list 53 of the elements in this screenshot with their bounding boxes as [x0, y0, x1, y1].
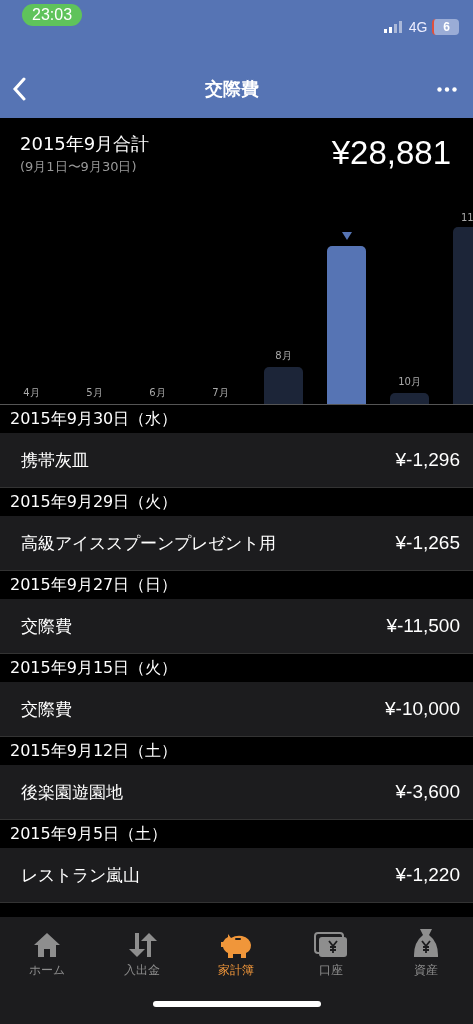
item-name: 交際費: [21, 614, 72, 638]
date-header: 2015年9月15日（火）: [10, 657, 178, 679]
date-range: (9月1日〜9月30日): [20, 158, 138, 176]
month-label[interactable]: 8月: [275, 349, 292, 363]
tab-item[interactable]: 口座: [283, 927, 379, 979]
total-amount: ¥28,881: [331, 134, 451, 172]
screen-title: 交際費: [204, 77, 259, 101]
month-label[interactable]: 6月: [149, 386, 166, 400]
month-label[interactable]: 10月: [398, 375, 421, 389]
transaction-row[interactable]: 高級アイススプーンプレゼント用 ¥-1,265: [0, 516, 473, 571]
item-amount: ¥-3,600: [395, 781, 460, 803]
network-label: 4G: [408, 19, 428, 35]
date-header: 2015年9月29日（火）: [10, 491, 178, 513]
tab-item[interactable]: ホーム: [0, 927, 95, 979]
item-amount: ¥-1,296: [395, 449, 460, 471]
battery-indicator: 6: [432, 19, 459, 35]
item-name: 高級アイススプーンプレゼント用: [21, 531, 276, 555]
item-amount: ¥-1,220: [395, 864, 460, 886]
date-header: 2015年9月30日（水）: [10, 408, 178, 430]
item-amount: ¥-10,000: [385, 698, 460, 720]
summary-title: 2015年9月合計: [20, 132, 150, 156]
item-amount: ¥-11,500: [386, 615, 460, 637]
date-header: 2015年9月12日（土）: [10, 740, 178, 762]
date-header: 2015年9月5日（土）: [10, 823, 168, 845]
more-icon[interactable]: [437, 86, 457, 92]
transaction-row[interactable]: 後楽園遊園地 ¥-3,600: [0, 765, 473, 820]
tab-item[interactable]: 家計簿: [189, 927, 284, 979]
month-label[interactable]: 7月: [212, 386, 229, 400]
item-name: 交際費: [21, 697, 72, 721]
transaction-row[interactable]: 携帯灰皿 ¥-1,296: [0, 433, 473, 488]
transaction-row[interactable]: 交際費 ¥-10,000: [0, 682, 473, 737]
item-name: 後楽園遊園地: [21, 780, 123, 804]
month-label[interactable]: 11: [461, 212, 473, 223]
back-icon[interactable]: [12, 77, 26, 101]
month-bar[interactable]: [264, 367, 303, 404]
month-bar[interactable]: [390, 393, 429, 404]
piggy-bank-icon: [220, 932, 253, 958]
month-bar[interactable]: [327, 246, 366, 404]
signal-icon: [383, 21, 404, 33]
tab-item[interactable]: 入出金: [94, 927, 190, 979]
month-label[interactable]: 4月: [23, 386, 40, 400]
yen-card-icon: [314, 932, 349, 958]
status-time: 23:03: [22, 4, 83, 26]
transaction-row[interactable]: 交際費 ¥-11,500: [0, 599, 473, 654]
house-icon: [33, 932, 62, 958]
item-amount: ¥-1,265: [395, 532, 460, 554]
money-bag-icon: [412, 928, 439, 958]
date-header: 2015年9月27日（日）: [10, 574, 178, 596]
transaction-row[interactable]: レストラン嵐山 ¥-1,220: [0, 848, 473, 903]
month-label[interactable]: 5月: [86, 386, 103, 400]
tab-item[interactable]: 資産: [378, 927, 473, 979]
item-name: 携帯灰皿: [21, 448, 89, 472]
item-name: レストラン嵐山: [21, 863, 140, 887]
